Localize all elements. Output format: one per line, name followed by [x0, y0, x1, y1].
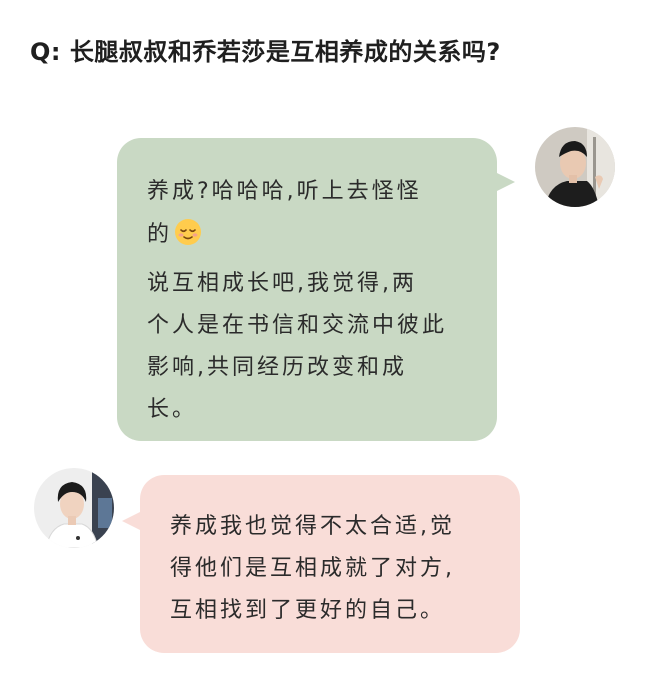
message-line: 养成我也觉得不太合适,觉 [170, 514, 455, 539]
message-line: 长。 [147, 397, 198, 422]
message-line: 得他们是互相成就了对方, [170, 556, 455, 581]
message-line: 互相找到了更好的自己。 [170, 598, 446, 623]
message-line: 个人是在书信和交流中彼此 [147, 313, 448, 338]
relieved-face-emoji [174, 218, 202, 256]
message-line: 养成?哈哈哈,听上去怪怪 [147, 179, 422, 204]
male-portrait-avatar [535, 127, 615, 207]
message-line: 影响,共同经历改变和成 [147, 355, 407, 380]
chat-bubble-left: 养成我也觉得不太合适,觉 得他们是互相成就了对方, 互相找到了更好的自己。 [122, 475, 520, 653]
female-portrait-avatar [34, 468, 114, 548]
message-line: 说互相成长吧,我觉得,两 [147, 271, 417, 296]
message-line-with-emoji: 的 [147, 218, 473, 256]
chat-bubble-right: 养成?哈哈哈,听上去怪怪 的 说互相成长吧,我觉得,两 个人是在书信和交流中彼此… [117, 138, 515, 441]
question-title: Q: 长腿叔叔和乔若莎是互相养成的关系吗? [30, 38, 501, 66]
message-text: 的 [147, 222, 173, 247]
